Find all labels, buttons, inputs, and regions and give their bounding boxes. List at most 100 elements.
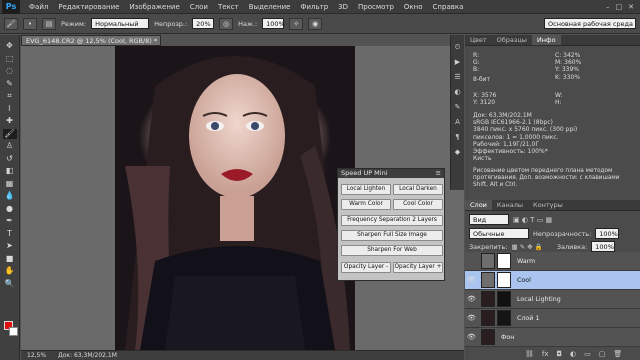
layer-row[interactable]: Warm <box>465 252 640 271</box>
fill-field[interactable]: 100% <box>591 241 616 252</box>
menu-layers[interactable]: Слои <box>185 3 213 11</box>
tab-color[interactable]: Цвет <box>465 35 492 45</box>
pressure-field[interactable]: 100% <box>262 18 285 29</box>
lasso-icon[interactable]: ◌ <box>3 66 17 77</box>
menu-image[interactable]: Изображение <box>124 3 184 11</box>
opacity-field[interactable]: 20% <box>192 18 215 29</box>
menu-filter[interactable]: Фильтр <box>295 3 333 11</box>
layer-row[interactable]: 👁 Фон <box>465 328 640 347</box>
pressure-opacity-icon[interactable]: ◎ <box>219 17 234 30</box>
layer-mask-thumbnail[interactable] <box>497 272 511 288</box>
local-darken-button[interactable]: Local Darken <box>393 184 443 195</box>
zoom-icon[interactable]: 🔍 <box>3 279 17 290</box>
brush-icon[interactable]: 🖌 <box>2 128 17 139</box>
menu-type[interactable]: Текст <box>213 3 244 11</box>
layer-opacity-field[interactable]: 100% <box>595 228 620 239</box>
layer-filter-select[interactable]: Вид <box>469 214 509 225</box>
type-icon[interactable]: T <box>3 229 17 240</box>
pen-icon[interactable]: ✒ <box>3 216 17 227</box>
eyedropper-icon[interactable]: ⌇ <box>3 104 17 115</box>
zoom-level[interactable]: 12,5% <box>27 352 46 359</box>
restore-icon[interactable]: □ <box>616 3 623 11</box>
healing-icon[interactable]: ✚ <box>3 116 17 127</box>
sharpen-for-web-button[interactable]: Sharpen For Web <box>341 245 443 256</box>
menu-edit[interactable]: Редактирование <box>53 3 124 11</box>
brush-size-picker[interactable]: • <box>23 17 37 30</box>
opacity-minus-button[interactable]: Opacity Layer - <box>341 262 391 273</box>
layer-mask-thumbnail[interactable] <box>497 310 511 326</box>
shape-icon[interactable]: ■ <box>3 254 17 265</box>
brush-panel-toggle-icon[interactable]: ▤ <box>42 17 56 30</box>
tab-paths[interactable]: Контуры <box>528 200 568 210</box>
add-mask-icon[interactable]: ◘ <box>557 350 563 358</box>
gradient-icon[interactable]: ▦ <box>3 179 17 190</box>
new-layer-icon[interactable]: ▢ <box>599 350 606 358</box>
pressure-size-icon[interactable]: ◉ <box>308 17 323 30</box>
background-color-swatch[interactable] <box>9 327 18 336</box>
cool-color-button[interactable]: Cool Color <box>393 199 443 210</box>
properties-panel-icon[interactable]: ☰ <box>453 73 462 82</box>
panel-menu-icon[interactable]: ≡ <box>436 169 444 178</box>
menu-3d[interactable]: 3D <box>333 3 353 11</box>
move-icon[interactable]: ✥ <box>3 41 17 52</box>
marquee-icon[interactable]: ⬚ <box>3 54 17 65</box>
mode-select[interactable]: Нормальный <box>91 18 150 29</box>
dodge-icon[interactable]: ● <box>3 204 17 215</box>
visibility-eye-icon[interactable]: 👁 <box>465 295 478 303</box>
history-brush-icon[interactable]: ↺ <box>3 154 17 165</box>
minimize-icon[interactable]: – <box>606 3 610 11</box>
visibility-eye-icon[interactable]: 👁 <box>465 314 478 322</box>
group-icon[interactable]: ▭ <box>584 350 591 358</box>
layer-row[interactable]: 👁 Слой 1 <box>465 309 640 328</box>
document-tab[interactable]: EVG_6148.CR2 @ 12,5% (Cool, RGB/8) * <box>21 35 161 46</box>
brush-panel-icon[interactable]: ✎ <box>453 103 462 112</box>
tab-layers[interactable]: Слои <box>465 200 492 210</box>
character-panel-icon[interactable]: A <box>453 118 462 127</box>
brush-preset-icon[interactable]: 🖌 <box>4 17 18 30</box>
layer-mask-thumbnail[interactable] <box>497 253 511 269</box>
warm-color-button[interactable]: Warm Color <box>341 199 391 210</box>
layer-row[interactable]: 👁 Cool <box>465 271 640 290</box>
history-panel-icon[interactable]: ⏲ <box>453 43 462 52</box>
close-icon[interactable]: ✕ <box>628 3 634 11</box>
frequency-separation-button[interactable]: Frequency Separation 2 Layers <box>341 215 443 226</box>
tab-swatches[interactable]: Образцы <box>492 35 532 45</box>
lock-icons[interactable]: ▦ ✎ ✥ 🔒 <box>511 243 542 251</box>
trash-icon[interactable]: 🗑 <box>613 350 622 358</box>
menu-help[interactable]: Справка <box>428 3 469 11</box>
blend-mode-select[interactable]: Обычные <box>469 228 529 239</box>
menu-view[interactable]: Просмотр <box>353 3 399 11</box>
path-select-icon[interactable]: ➤ <box>3 241 17 252</box>
workspace-select[interactable]: Основная рабочая среда <box>544 18 636 29</box>
filter-icons[interactable]: ▣ ◐ T ▭ ▦ <box>513 216 552 224</box>
visibility-eye-icon[interactable]: 👁 <box>465 333 478 341</box>
stamp-icon[interactable]: ♙ <box>3 141 17 152</box>
fx-icon[interactable]: fx <box>542 350 549 358</box>
eraser-icon[interactable]: ◧ <box>3 166 17 177</box>
speed-panel-title-bar[interactable]: Speed UP Mini ≡ <box>338 169 444 178</box>
opacity-plus-button[interactable]: Opacity Layer + <box>393 262 443 273</box>
menu-file[interactable]: Файл <box>24 3 53 11</box>
hand-icon[interactable]: ✋ <box>3 266 17 277</box>
adjustments-panel-icon[interactable]: ◐ <box>453 88 462 97</box>
crop-icon[interactable]: ⌗ <box>3 91 17 102</box>
layer-thumbnail <box>481 329 495 345</box>
blur-icon[interactable]: 💧 <box>3 191 17 202</box>
adjustment-layer-icon[interactable]: ◐ <box>570 350 576 358</box>
menu-window[interactable]: Окно <box>399 3 428 11</box>
actions-panel-icon[interactable]: ▶ <box>453 58 462 67</box>
local-lighten-button[interactable]: Local Lighten <box>341 184 391 195</box>
link-layers-icon[interactable]: ⛓ <box>525 350 534 358</box>
plugin-panel-icon[interactable]: ◆ <box>453 148 462 157</box>
visibility-eye-icon[interactable]: 👁 <box>465 276 478 284</box>
layer-row[interactable]: 👁 Local Lighting <box>465 290 640 309</box>
tab-channels[interactable]: Каналы <box>492 200 528 210</box>
layer-mask-thumbnail[interactable] <box>497 291 511 307</box>
portrait-photo[interactable] <box>115 46 355 350</box>
menu-select[interactable]: Выделение <box>244 3 296 11</box>
airbrush-icon[interactable]: ✧ <box>289 17 304 30</box>
paragraph-panel-icon[interactable]: ¶ <box>453 133 462 142</box>
quick-select-icon[interactable]: ✎ <box>3 79 17 90</box>
tab-info[interactable]: Инфо <box>531 35 561 45</box>
sharpen-full-size-button[interactable]: Sharpen Full Size Image <box>341 230 443 241</box>
